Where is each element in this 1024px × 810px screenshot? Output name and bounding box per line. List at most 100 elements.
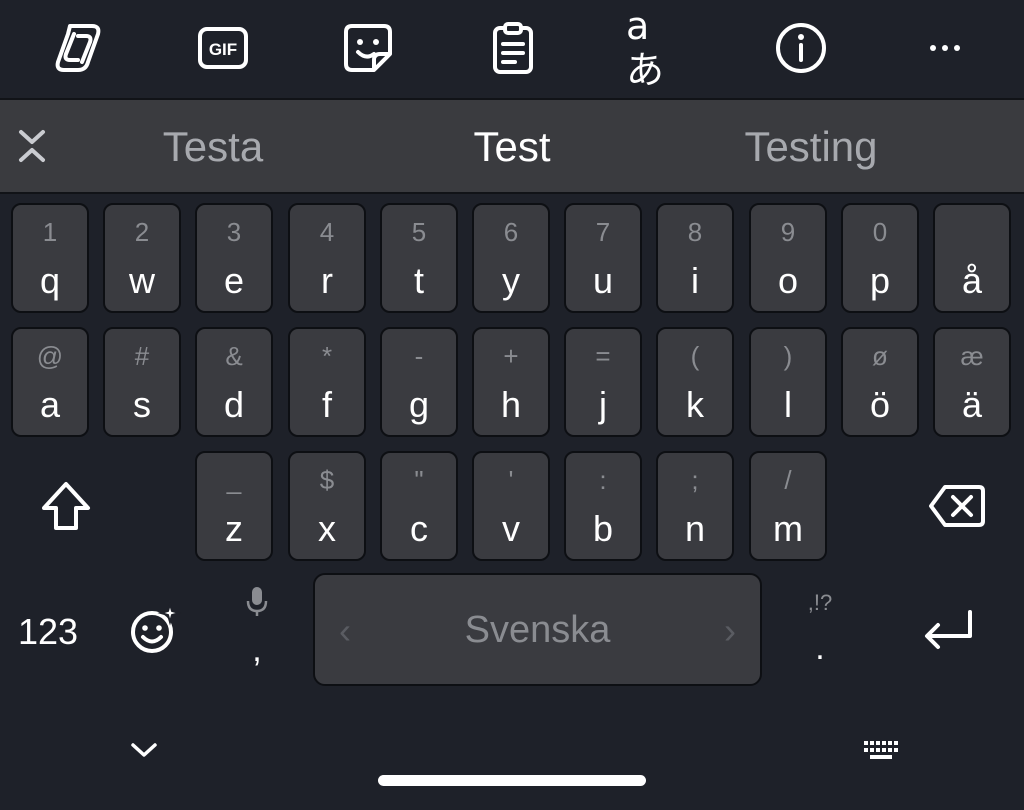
emoji-button[interactable] — [128, 602, 182, 656]
more-button[interactable] — [915, 18, 975, 78]
key-label: p — [869, 260, 891, 301]
enter-button[interactable] — [916, 600, 980, 660]
key-label: l — [784, 384, 792, 425]
info-button[interactable] — [771, 18, 831, 78]
translate-button[interactable]: aあ — [626, 4, 686, 92]
key-h[interactable]: + h — [472, 327, 550, 437]
microphone-hint — [243, 585, 271, 619]
key-label: o — [777, 260, 799, 301]
key-hint: = — [595, 341, 611, 371]
key-z[interactable]: _ z — [195, 451, 273, 561]
key-hint: 4 — [319, 217, 335, 247]
key-hint: ' — [508, 465, 514, 495]
key-t[interactable]: 5t — [380, 203, 458, 313]
backspace-button[interactable] — [922, 474, 992, 538]
key-label: å — [961, 260, 983, 301]
shift-icon — [42, 482, 90, 530]
key-p[interactable]: 0p — [841, 203, 919, 313]
key-o-umlaut[interactable]: øö — [841, 327, 919, 437]
key-label: n — [684, 508, 706, 549]
key-hint: æ — [960, 341, 984, 371]
key-y[interactable]: 6y — [472, 203, 550, 313]
key-hint: 3 — [226, 217, 242, 247]
key-x[interactable]: $ x — [288, 451, 366, 561]
key-hint: ( — [690, 341, 700, 371]
spacebar[interactable]: ‹ Svenska › — [313, 573, 762, 686]
key-c[interactable]: " c — [380, 451, 458, 561]
key-l[interactable]: ) l — [749, 327, 827, 437]
key-label: f — [321, 384, 332, 425]
key-label: h — [500, 384, 522, 425]
key-label: u — [592, 260, 614, 301]
key-d[interactable]: & d — [195, 327, 273, 437]
key-hint: 1 — [42, 217, 58, 247]
key-label: q — [39, 260, 61, 301]
chevron-down-icon — [131, 743, 157, 757]
hide-keyboard-button[interactable] — [124, 732, 164, 768]
key-hint: 2 — [134, 217, 150, 247]
key-hint: * — [321, 341, 333, 371]
key-hint: # — [134, 341, 150, 371]
key-label: s — [133, 384, 151, 425]
gif-icon: GIF — [198, 27, 248, 69]
key-o[interactable]: 9o — [749, 203, 827, 313]
key-hint: : — [599, 465, 607, 495]
key-e[interactable]: 3e — [195, 203, 273, 313]
key-label: ä — [961, 384, 983, 425]
shift-button[interactable] — [30, 470, 102, 542]
key-s[interactable]: # s — [103, 327, 181, 437]
microphone-icon — [246, 587, 268, 616]
key-i[interactable]: 8i — [656, 203, 734, 313]
key-g[interactable]: -g — [380, 327, 458, 437]
info-icon — [776, 23, 826, 73]
key-q[interactable]: 1q — [11, 203, 89, 313]
period-key[interactable]: . — [800, 628, 840, 668]
key-u[interactable]: 7u — [564, 203, 642, 313]
key-b[interactable]: :b — [564, 451, 642, 561]
gif-button[interactable]: GIF — [193, 18, 253, 78]
key-a-umlaut[interactable]: æä — [933, 327, 1011, 437]
key-hint: 5 — [411, 217, 427, 247]
key-label: x — [318, 508, 336, 549]
keyboard-switch-button[interactable] — [856, 734, 908, 768]
key-v[interactable]: ' v — [472, 451, 550, 561]
key-label: j — [599, 384, 607, 425]
key-hint: " — [414, 465, 424, 495]
home-indicator[interactable] — [378, 775, 646, 786]
keyboard-toolbar: GIF aあ — [0, 0, 1024, 98]
key-label: b — [592, 508, 614, 549]
key-a[interactable]: @ a — [11, 327, 89, 437]
suggestion-bar: Testa Test Testing — [0, 98, 1024, 194]
key-w[interactable]: 2w — [103, 203, 181, 313]
key-j[interactable]: = j — [564, 327, 642, 437]
key-hint: 8 — [687, 217, 703, 247]
suggestion-right[interactable]: Testing — [661, 122, 961, 172]
key-hint: / — [784, 465, 792, 495]
key-n[interactable]: ; n — [656, 451, 734, 561]
translate-icon: aあ — [626, 4, 665, 92]
clipboard-button[interactable] — [483, 18, 543, 78]
collapse-icon — [19, 130, 45, 162]
key-hint: ; — [691, 465, 699, 495]
comma-key[interactable]: , — [245, 630, 269, 670]
key-a-ring[interactable]: å — [933, 203, 1011, 313]
key-hint: & — [225, 341, 243, 371]
sticker-button[interactable] — [338, 18, 398, 78]
key-label: t — [413, 260, 424, 301]
numbers-toggle-button[interactable]: 123 — [18, 610, 78, 654]
key-f[interactable]: * f — [288, 327, 366, 437]
key-hint: 9 — [780, 217, 796, 247]
copilot-button[interactable] — [48, 18, 108, 78]
key-k[interactable]: (k — [656, 327, 734, 437]
key-label: c — [410, 508, 428, 549]
key-r[interactable]: 4r — [288, 203, 366, 313]
key-label: w — [129, 260, 155, 301]
key-m[interactable]: / m — [749, 451, 827, 561]
key-label: g — [408, 384, 430, 425]
key-label: i — [691, 260, 699, 301]
suggestion-left[interactable]: Testa — [63, 122, 363, 172]
key-label: z — [225, 508, 243, 549]
collapse-suggestions-button[interactable] — [12, 126, 52, 166]
key-label: m — [773, 508, 803, 549]
suggestion-middle[interactable]: Test — [362, 122, 662, 172]
